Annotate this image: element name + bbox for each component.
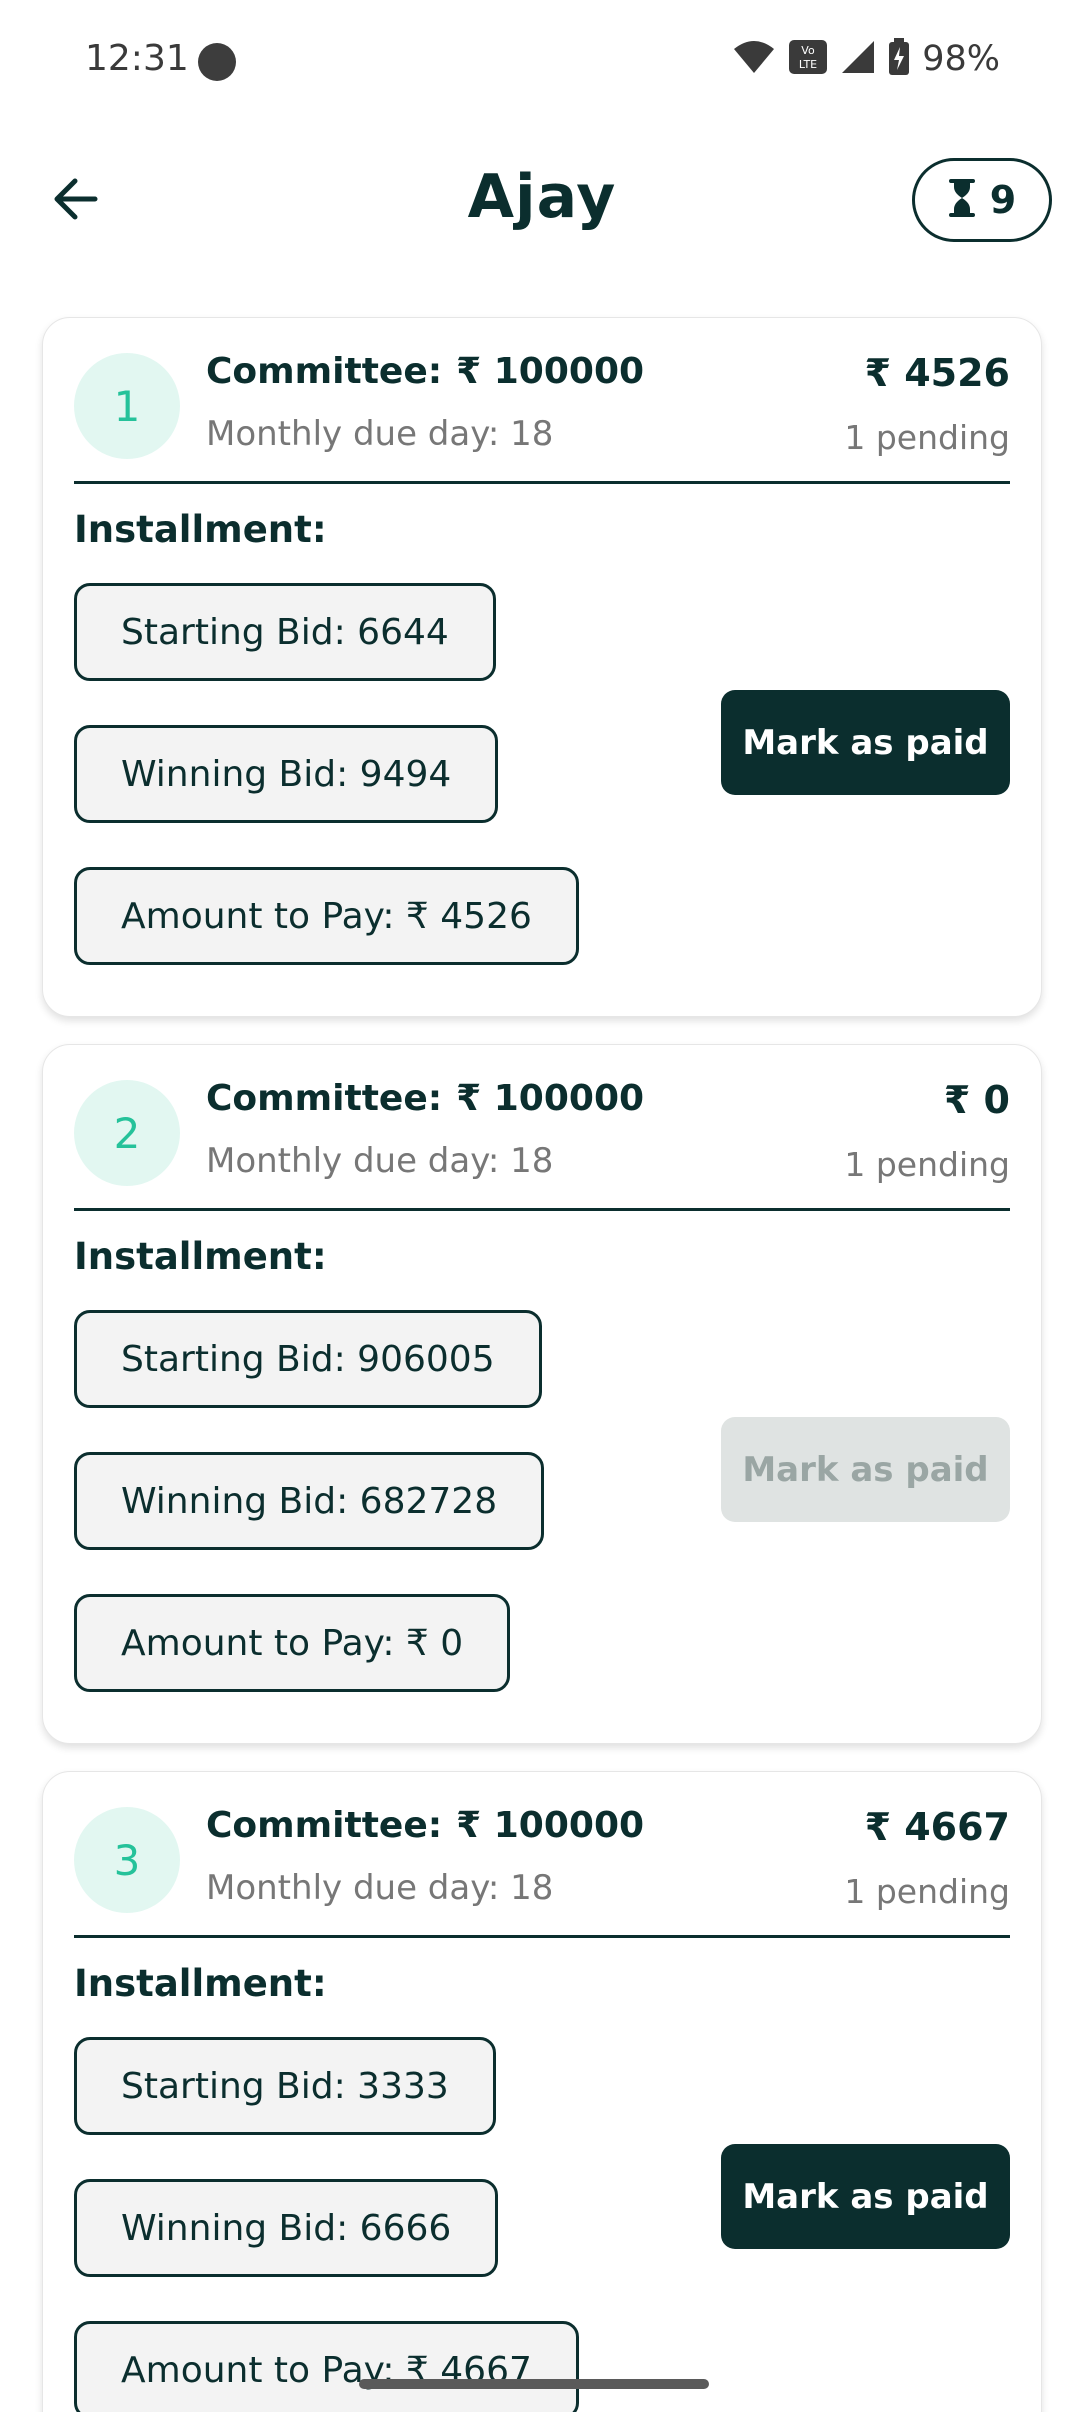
installment-label: Installment: xyxy=(74,508,327,551)
mark-as-paid-button[interactable]: Mark as paid xyxy=(721,1417,1010,1522)
pending-label: 1 pending xyxy=(844,1145,1010,1184)
notification-dot-icon xyxy=(198,43,236,81)
amount-to-pay-pill: Amount to Pay: ₹ 4667 xyxy=(74,2321,579,2412)
pending-label: 1 pending xyxy=(844,1872,1010,1911)
pending-label: 1 pending xyxy=(844,418,1010,457)
battery-icon xyxy=(888,38,910,80)
due-amount: ₹ 4526 xyxy=(864,351,1010,395)
winning-bid-pill: Winning Bid: 9494 xyxy=(74,725,499,823)
monthly-due-day: Monthly due day: 18 xyxy=(206,414,554,454)
svg-text:LTE: LTE xyxy=(799,58,817,71)
card-index-badge: 1 xyxy=(74,353,180,459)
wifi-icon xyxy=(732,39,776,79)
committee-card: 2 Committee: ₹ 100000 Monthly due day: 18… xyxy=(42,1044,1042,1744)
home-indicator[interactable] xyxy=(359,2379,709,2389)
monthly-due-day: Monthly due day: 18 xyxy=(206,1141,554,1181)
svg-text:Vo: Vo xyxy=(802,44,816,57)
amount-to-pay-pill: Amount to Pay: ₹ 4526 xyxy=(74,867,579,965)
mark-as-paid-button[interactable]: Mark as paid xyxy=(721,690,1010,795)
hourglass-icon xyxy=(948,179,976,221)
due-amount: ₹ 0 xyxy=(943,1078,1010,1122)
starting-bid-pill: Starting Bid: 6644 xyxy=(74,583,496,681)
monthly-due-day: Monthly due day: 18 xyxy=(206,1868,554,1908)
divider xyxy=(74,1935,1010,1938)
mark-as-paid-button[interactable]: Mark as paid xyxy=(721,2144,1010,2249)
committee-label: Committee: xyxy=(206,351,443,392)
installment-label: Installment: xyxy=(74,1962,327,2005)
starting-bid-pill: Starting Bid: 3333 xyxy=(74,2037,496,2135)
signal-icon xyxy=(840,39,876,79)
committee-amount: ₹ 100000 xyxy=(456,1805,645,1846)
battery-percent: 98% xyxy=(922,39,1000,79)
committee-title: Committee: ₹ 100000 xyxy=(206,1078,644,1119)
installment-label: Installment: xyxy=(74,1235,327,1278)
amount-to-pay-pill: Amount to Pay: ₹ 0 xyxy=(74,1594,511,1692)
card-index-badge: 2 xyxy=(74,1080,180,1186)
committee-card: 1 Committee: ₹ 100000 Monthly due day: 18… xyxy=(42,317,1042,1017)
status-icons: Vo LTE 98% xyxy=(732,38,1000,80)
pending-count-chip[interactable]: 9 xyxy=(912,158,1052,242)
winning-bid-pill: Winning Bid: 6666 xyxy=(74,2179,499,2277)
committee-title: Committee: ₹ 100000 xyxy=(206,1805,644,1846)
starting-bid-pill: Starting Bid: 906005 xyxy=(74,1310,542,1408)
committee-amount: ₹ 100000 xyxy=(456,1078,645,1119)
committee-label: Committee: xyxy=(206,1805,443,1846)
app-header: Ajay 9 xyxy=(0,150,1084,250)
committee-card: 3 Committee: ₹ 100000 Monthly due day: 18… xyxy=(42,1771,1042,2412)
committee-amount: ₹ 100000 xyxy=(456,351,645,392)
divider xyxy=(74,481,1010,484)
status-bar: 12:31 Vo LTE 98% xyxy=(0,0,1084,125)
status-time: 12:31 xyxy=(85,38,189,79)
committee-label: Committee: xyxy=(206,1078,443,1119)
pending-count: 9 xyxy=(989,178,1017,222)
committee-title: Committee: ₹ 100000 xyxy=(206,351,644,392)
volte-icon: Vo LTE xyxy=(788,39,828,79)
card-index-badge: 3 xyxy=(74,1807,180,1913)
due-amount: ₹ 4667 xyxy=(864,1805,1010,1849)
divider xyxy=(74,1208,1010,1211)
winning-bid-pill: Winning Bid: 682728 xyxy=(74,1452,545,1550)
